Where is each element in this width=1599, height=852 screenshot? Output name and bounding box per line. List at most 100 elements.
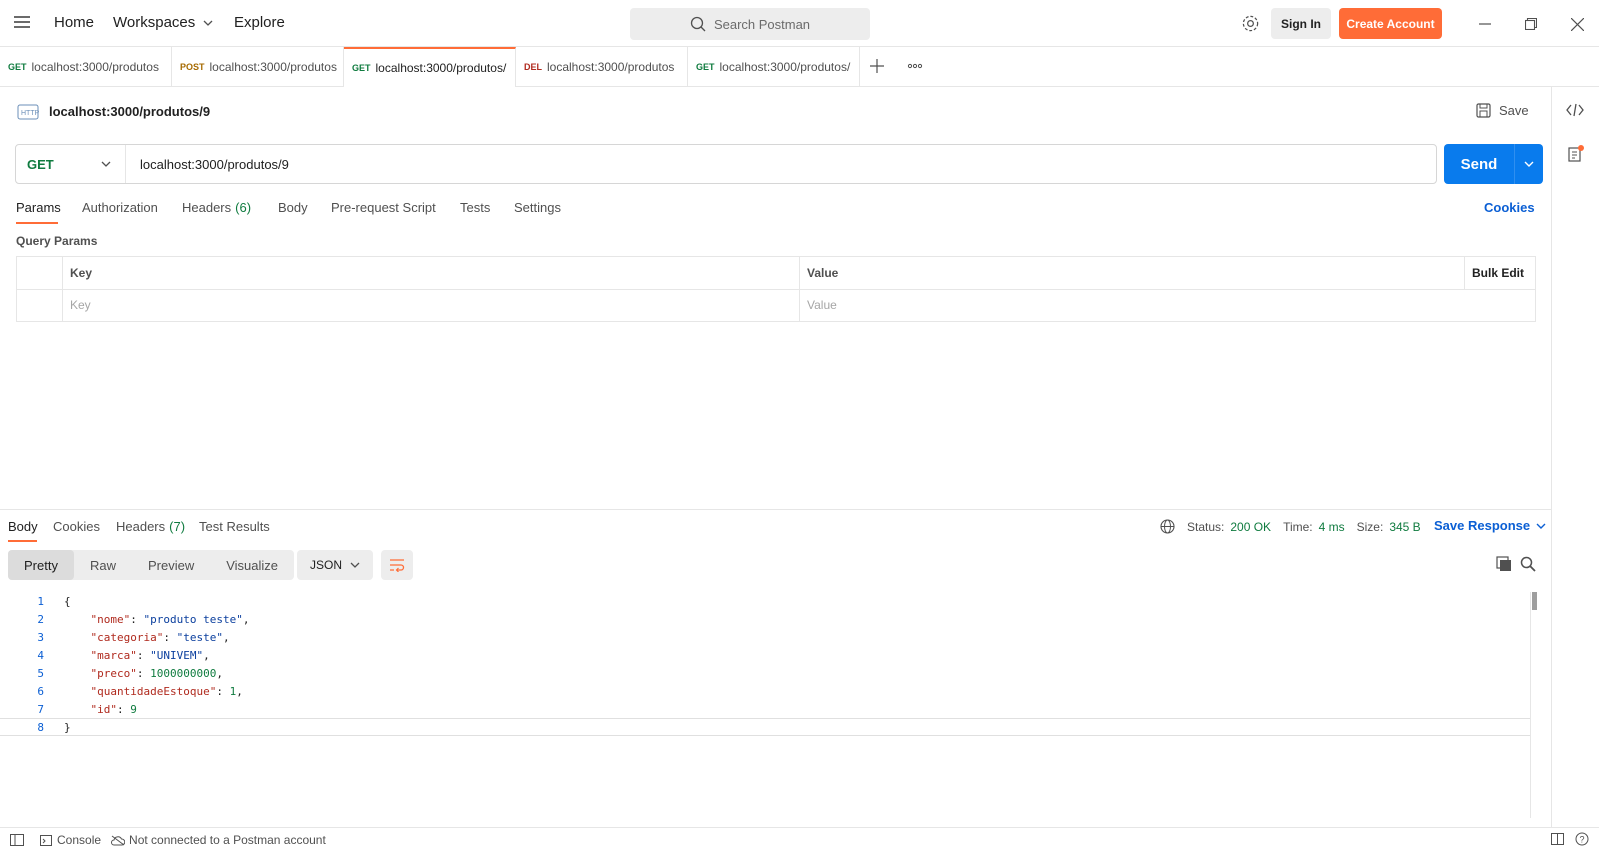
nav-workspaces-label: Workspaces: [113, 14, 196, 31]
key-input[interactable]: Key: [62, 289, 799, 321]
json-key: "nome": [90, 612, 131, 626]
json-value: 1: [229, 684, 237, 698]
top-bar: Home Workspaces Explore Search Postman S…: [0, 0, 1599, 47]
request-tab-active[interactable]: GET localhost:3000/produtos/: [344, 47, 516, 87]
json-key: "quantidadeEstoque": [90, 684, 217, 698]
scrollbar-thumb[interactable]: [1532, 592, 1537, 610]
request-tab[interactable]: GET localhost:3000/produtos/: [688, 47, 860, 87]
column-header-key: Key: [70, 266, 93, 280]
line-number: 6: [37, 684, 44, 698]
tab-label: localhost:3000/produtos: [209, 60, 337, 74]
size-value[interactable]: 345 B: [1389, 520, 1420, 534]
request-tab[interactable]: GET localhost:3000/produtos: [0, 47, 172, 87]
status-bar: Console Not connected to a Postman accou…: [0, 827, 1599, 852]
json-value: "produto teste": [143, 612, 243, 626]
tab-headers[interactable]: Headers (6): [182, 200, 251, 215]
response-tab-headers[interactable]: Headers (7): [116, 519, 185, 534]
send-dropdown[interactable]: [1514, 144, 1543, 184]
code-text: }: [64, 720, 71, 734]
code-line: 7 "id": 9: [0, 700, 1530, 718]
view-preview[interactable]: Preview: [132, 550, 210, 580]
view-mode-switch: Pretty Raw Preview Visualize: [8, 550, 295, 580]
copy-icon[interactable]: [1496, 556, 1512, 575]
code-line-current: 8 }: [0, 718, 1530, 736]
status-value[interactable]: 200 OK: [1230, 520, 1271, 534]
sidebar-toggle-icon[interactable]: [10, 834, 24, 846]
restore-icon[interactable]: [1519, 12, 1543, 36]
save-response-label: Save Response: [1434, 518, 1531, 533]
globe-icon[interactable]: [1160, 519, 1175, 534]
method-select[interactable]: GET: [16, 145, 126, 183]
console-icon: [40, 834, 52, 846]
request-tabs-bar: GET localhost:3000/produtos POST localho…: [0, 47, 1599, 87]
tab-authorization[interactable]: Authorization: [82, 200, 158, 215]
view-pretty[interactable]: Pretty: [8, 550, 74, 580]
headers-count: (6): [235, 200, 252, 215]
two-pane-icon[interactable]: [1551, 833, 1564, 845]
response-tab-cookies[interactable]: Cookies: [53, 519, 100, 534]
help-icon[interactable]: ?: [1575, 832, 1589, 846]
view-visualize[interactable]: Visualize: [210, 550, 294, 580]
nav-explore[interactable]: Explore: [234, 14, 285, 31]
search-icon[interactable]: [1520, 556, 1536, 575]
menu-icon[interactable]: [14, 16, 30, 30]
close-icon[interactable]: [1565, 12, 1589, 36]
connection-status[interactable]: Not connected to a Postman account: [111, 833, 326, 847]
request-tab[interactable]: POST localhost:3000/produtos: [172, 47, 344, 87]
response-tab-body[interactable]: Body: [8, 519, 38, 534]
settings-icon[interactable]: [1241, 14, 1260, 33]
editor-scrollbar[interactable]: [1530, 592, 1538, 818]
tab-params[interactable]: Params: [16, 200, 61, 215]
search-bar[interactable]: Search Postman: [630, 8, 870, 40]
sign-in-button[interactable]: Sign In: [1271, 8, 1331, 39]
response-divider[interactable]: [0, 509, 1551, 510]
json-value: "UNIVEM": [150, 648, 204, 662]
new-tab-plus-icon[interactable]: [870, 59, 884, 73]
json-key: "preco": [90, 666, 137, 680]
view-raw[interactable]: Raw: [74, 550, 132, 580]
request-tab[interactable]: DEL localhost:3000/produtos: [516, 47, 688, 87]
nav-workspaces[interactable]: Workspaces: [113, 14, 213, 31]
request-title[interactable]: localhost:3000/produtos/9: [49, 104, 210, 119]
nav-home[interactable]: Home: [54, 14, 94, 31]
tab-settings[interactable]: Settings: [514, 200, 561, 215]
url-input[interactable]: localhost:3000/produtos/9: [126, 157, 289, 172]
create-account-button[interactable]: Create Account: [1339, 8, 1442, 39]
response-tab-test-results[interactable]: Test Results: [199, 519, 270, 534]
time-label: Time:: [1283, 519, 1313, 534]
query-params-table: Key Value Bulk Edit Key Value: [16, 256, 1536, 322]
response-body-editor[interactable]: 1 { 2 "nome": "produto teste", 3 "catego…: [0, 592, 1530, 736]
console-button[interactable]: Console: [40, 833, 101, 847]
code-icon[interactable]: [1566, 103, 1584, 120]
line-number: 1: [37, 594, 44, 608]
save-response-button[interactable]: Save Response: [1434, 518, 1546, 533]
time-value[interactable]: 4 ms: [1319, 520, 1345, 534]
svg-text:?: ?: [1580, 835, 1585, 845]
value-input[interactable]: Value: [799, 289, 1535, 321]
response-meta: Status: 200 OK Time: 4 ms Size: 345 B: [1160, 519, 1421, 534]
tab-method: GET: [696, 62, 715, 72]
tab-tests[interactable]: Tests: [460, 200, 490, 215]
code-line: 5 "preco": 1000000000,: [0, 664, 1530, 682]
format-select[interactable]: JSON: [297, 550, 373, 580]
minimize-icon[interactable]: [1473, 12, 1497, 36]
code-line: 4 "marca": "UNIVEM",: [0, 646, 1530, 664]
more-tabs-icon[interactable]: [907, 59, 923, 73]
size-label: Size:: [1356, 519, 1384, 534]
http-request-icon: HTTP: [16, 100, 40, 124]
send-button[interactable]: Send: [1444, 144, 1543, 184]
code-line: 6 "quantidadeEstoque": 1,: [0, 682, 1530, 700]
json-value: "teste": [176, 630, 223, 644]
tab-pre-request-script[interactable]: Pre-request Script: [331, 200, 436, 215]
documentation-icon[interactable]: [1567, 145, 1585, 166]
json-key: "categoria": [90, 630, 164, 644]
code-line: 2 "nome": "produto teste",: [0, 610, 1530, 628]
chevron-down-icon: [1524, 161, 1534, 167]
save-button[interactable]: Save: [1476, 103, 1529, 118]
chevron-down-icon: [350, 562, 360, 568]
bulk-edit-button[interactable]: Bulk Edit: [1464, 257, 1524, 289]
cookies-link[interactable]: Cookies: [1484, 200, 1535, 215]
tab-body[interactable]: Body: [278, 200, 308, 215]
code-line: 3 "categoria": "teste",: [0, 628, 1530, 646]
wrap-lines-icon[interactable]: [381, 550, 413, 580]
